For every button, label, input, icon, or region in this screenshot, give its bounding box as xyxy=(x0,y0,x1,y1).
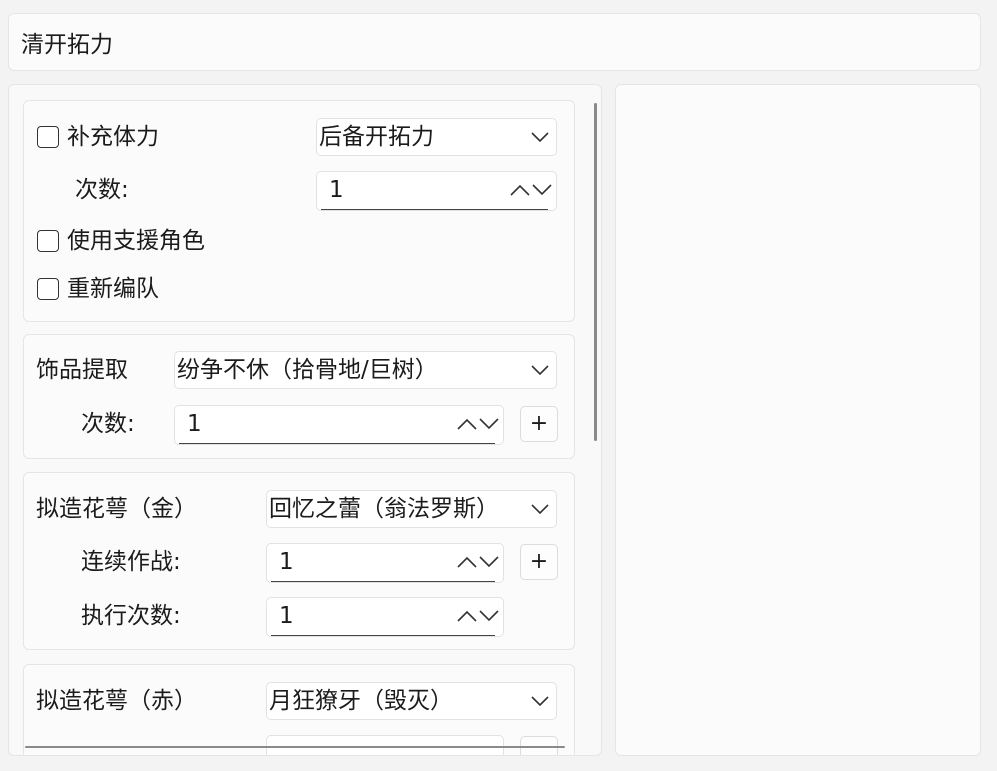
chevron-up-icon[interactable] xyxy=(457,610,477,622)
stamina-card: 补充体力 后备开拓力 次数: 1 使用支援角色 重新编队 xyxy=(23,100,575,322)
spin-buttons[interactable] xyxy=(455,544,501,580)
refill-stamina-checkbox[interactable] xyxy=(37,126,59,148)
ornament-gold-add-button[interactable]: + xyxy=(520,544,558,580)
ornament-red-card: 拟造花萼（赤） 月狂獠牙（毁灭） xyxy=(23,664,575,755)
use-support-label[interactable]: 使用支援角色 xyxy=(67,226,205,256)
spin-buttons[interactable] xyxy=(455,406,501,442)
refill-count-label: 次数: xyxy=(75,177,129,203)
ornament-red-dropdown[interactable]: 月狂獠牙（毁灭） xyxy=(266,682,557,720)
refill-source-dropdown[interactable]: 后备开拓力 xyxy=(316,118,557,156)
chevron-down-icon[interactable] xyxy=(479,418,499,430)
relic-selected-value: 纷争不休（拾骨地/巨树） xyxy=(177,357,438,383)
horizontal-scrollbar[interactable] xyxy=(25,746,565,748)
input-underline xyxy=(271,580,495,582)
input-underline xyxy=(271,634,495,636)
chevron-down-icon xyxy=(530,119,550,155)
ornament-red-label: 拟造花萼（赤） xyxy=(36,688,197,714)
chevron-up-icon[interactable] xyxy=(510,184,530,196)
relic-add-button[interactable]: + xyxy=(520,406,558,442)
refill-count-input[interactable]: 1 xyxy=(316,171,557,211)
ornament-gold-dropdown[interactable]: 回忆之蕾（翁法罗斯） xyxy=(266,490,557,528)
chevron-down-icon xyxy=(530,683,550,719)
use-support-checkbox[interactable] xyxy=(37,230,59,252)
chevron-down-icon[interactable] xyxy=(532,184,552,196)
ornament-gold-label: 拟造花萼（金） xyxy=(36,496,197,522)
page-title-bar: 清开拓力 xyxy=(8,13,981,71)
chevron-down-icon xyxy=(530,491,550,527)
chevron-down-icon[interactable] xyxy=(479,610,499,622)
vertical-scrollbar[interactable] xyxy=(594,103,597,441)
consecutive-battle-input[interactable]: 1 xyxy=(266,543,504,583)
ornament-gold-card: 拟造花萼（金） 回忆之蕾（翁法罗斯） 连续作战: 1 + 执行次数: 1 xyxy=(23,472,575,650)
refill-source-value: 后备开拓力 xyxy=(319,124,434,150)
chevron-down-icon xyxy=(530,352,550,388)
relic-dropdown[interactable]: 纷争不休（拾骨地/巨树） xyxy=(174,351,557,389)
settings-panel[interactable]: 补充体力 后备开拓力 次数: 1 使用支援角色 重新编队 饰品提取 纷争不休（拾… xyxy=(8,84,602,756)
ornament-red-selected-value: 月狂獠牙（毁灭） xyxy=(269,688,453,714)
chevron-down-icon[interactable] xyxy=(479,556,499,568)
consecutive-battle-value: 1 xyxy=(279,549,294,575)
ornament-gold-selected-value: 回忆之蕾（翁法罗斯） xyxy=(269,496,499,522)
page-title: 清开拓力 xyxy=(21,32,113,58)
exec-count-input[interactable]: 1 xyxy=(266,597,504,637)
refill-count-value: 1 xyxy=(329,177,344,203)
chevron-up-icon[interactable] xyxy=(457,556,477,568)
log-panel xyxy=(615,84,981,756)
spin-buttons[interactable] xyxy=(508,172,554,208)
refill-stamina-label[interactable]: 补充体力 xyxy=(67,122,159,152)
consecutive-battle-label: 连续作战: xyxy=(81,549,181,575)
exec-count-label: 执行次数: xyxy=(81,603,181,629)
relic-count-label: 次数: xyxy=(81,411,135,437)
reform-team-label[interactable]: 重新编队 xyxy=(67,274,159,304)
spin-buttons[interactable] xyxy=(455,598,501,634)
input-underline xyxy=(179,442,495,444)
input-underline xyxy=(321,208,548,210)
exec-count-value: 1 xyxy=(279,603,294,629)
relic-label: 饰品提取 xyxy=(36,357,128,383)
relic-card: 饰品提取 纷争不休（拾骨地/巨树） 次数: 1 + xyxy=(23,334,575,459)
chevron-up-icon[interactable] xyxy=(457,418,477,430)
relic-count-input[interactable]: 1 xyxy=(174,405,504,445)
relic-count-value: 1 xyxy=(187,411,202,437)
reform-team-checkbox[interactable] xyxy=(37,278,59,300)
